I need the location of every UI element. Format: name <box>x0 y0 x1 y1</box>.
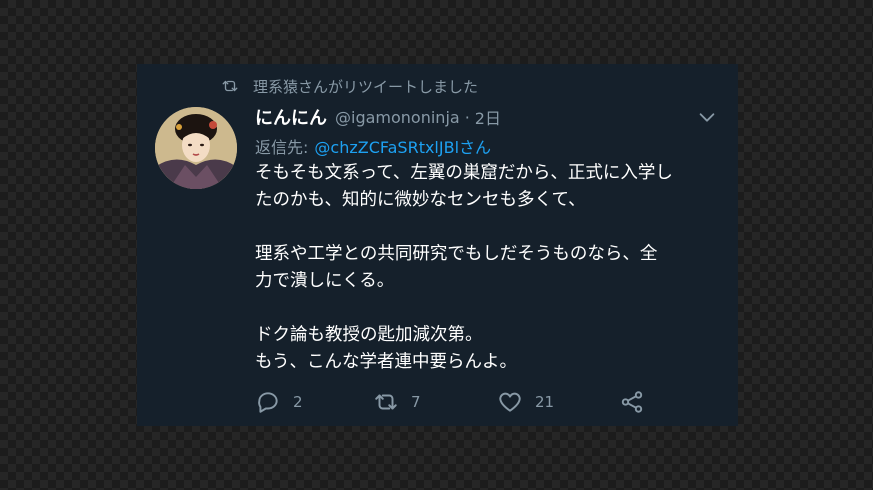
separator-dot: · <box>464 107 470 127</box>
share-button[interactable] <box>619 389 645 415</box>
timestamp[interactable]: 2日 <box>475 105 501 129</box>
retweet-context-label: 理系猿さんがリツイートしました <box>253 77 479 96</box>
reply-icon <box>258 392 278 413</box>
tweet-line: たのかも、知的に微妙なセンセも多くて、 <box>255 190 586 210</box>
reply-count: 2 <box>293 393 303 411</box>
tweet-actions: 2 7 21 <box>255 388 645 416</box>
retweet-button[interactable]: 7 <box>373 389 497 415</box>
tweet-paragraph: そもそも文系って、左翼の巣窟だから、正式に入学し たのかも、知的に微妙なセンセも… <box>255 160 725 214</box>
retweet-context: 理系猿さんがリツイートしました <box>221 75 478 97</box>
chevron-down-icon[interactable] <box>696 106 718 128</box>
retweet-count: 7 <box>411 393 421 411</box>
retweet-icon <box>375 394 397 410</box>
avatar[interactable] <box>155 107 237 189</box>
avatar-image <box>155 107 237 189</box>
tweet-line: もう、こんな学者連中要らんよ。 <box>255 352 517 372</box>
tweet-paragraph: 理系や工学との共同研究でもしだそうものなら、全 力で潰しにくる。 <box>255 241 725 295</box>
share-icon <box>621 391 643 413</box>
tweet-line: ドク論も教授の匙加減次第。 <box>255 325 483 345</box>
reply-handle-link[interactable]: @chzZCFaSRtxlJBlさん <box>314 134 491 158</box>
reply-context: 返信先: @chzZCFaSRtxlJBlさん <box>255 134 491 158</box>
like-button[interactable]: 21 <box>497 389 619 415</box>
reply-prefix: 返信先: <box>255 138 309 157</box>
tweet-line: 力で潰しにくる。 <box>255 271 395 291</box>
tweet-header: にんにん @igamononinja · 2日 <box>255 104 722 130</box>
tweet-body: そもそも文系って、左翼の巣窟だから、正式に入学し たのかも、知的に微妙なセンセも… <box>255 160 725 376</box>
tweet-line: 理系や工学との共同研究でもしだそうものなら、全 <box>255 244 658 264</box>
tweet-card[interactable]: 理系猿さんがリツイートしました にんにん @igamononinja · 2日 … <box>137 64 738 426</box>
user-handle[interactable]: @igamononinja <box>335 108 460 127</box>
like-count: 21 <box>535 393 555 411</box>
retweet-icon <box>222 80 238 92</box>
heart-icon <box>499 392 521 412</box>
tweet-paragraph: ドク論も教授の匙加減次第。 もう、こんな学者連中要らんよ。 <box>255 322 725 376</box>
display-name[interactable]: にんにん <box>255 104 327 130</box>
reply-button[interactable]: 2 <box>255 389 373 415</box>
tweet-line: そもそも文系って、左翼の巣窟だから、正式に入学し <box>255 163 673 183</box>
